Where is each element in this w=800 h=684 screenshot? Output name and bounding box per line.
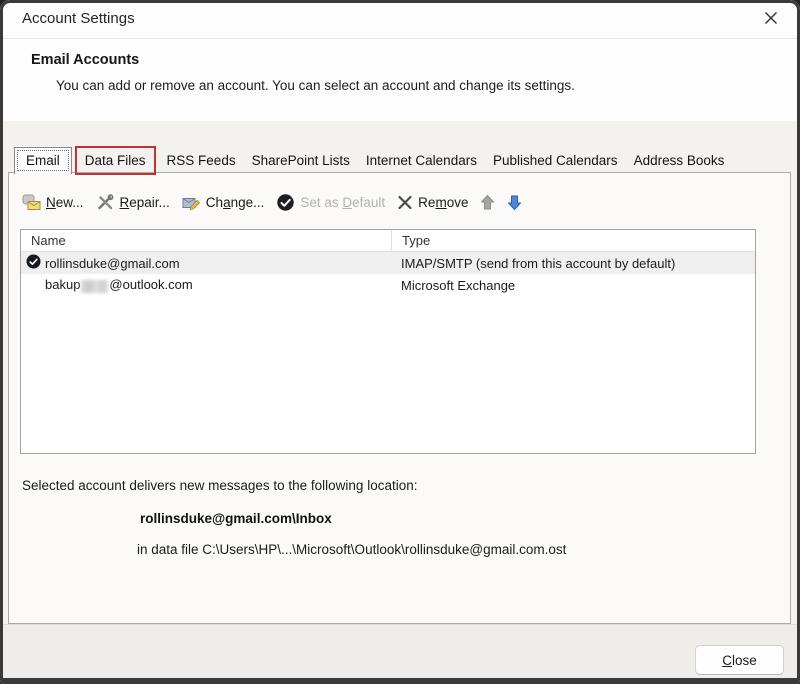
close-icon: [764, 11, 778, 30]
tabstrip: Email Data Files RSS Feeds SharePoint Li…: [14, 145, 733, 175]
titlebar-divider: [0, 38, 800, 39]
new-button-label: New...: [46, 194, 84, 210]
set-as-default-button[interactable]: Set as Default: [276, 193, 385, 212]
delivery-location-path: rollinsduke@gmail.com\Inbox: [140, 511, 332, 526]
close-button-label: Close: [722, 652, 757, 668]
tab-address-books[interactable]: Address Books: [626, 147, 733, 174]
table-row[interactable]: bakup @outlook.com Microsoft Exchange: [21, 274, 755, 296]
column-header-type: Type: [391, 230, 755, 251]
table-header: Name Type: [21, 230, 755, 252]
window-title: Account Settings: [22, 10, 135, 27]
repair-icon: [96, 193, 115, 211]
remove-button-label: Remove: [418, 194, 469, 210]
dialog-footer: Close: [0, 624, 800, 684]
account-name: rollinsduke@gmail.com: [45, 255, 180, 271]
move-up-button[interactable]: [480, 194, 495, 211]
new-account-icon: [22, 194, 41, 211]
table-row[interactable]: rollinsduke@gmail.com IMAP/SMTP (send fr…: [21, 252, 755, 274]
tab-email[interactable]: Email: [14, 146, 72, 174]
tab-rss-feeds[interactable]: RSS Feeds: [159, 147, 244, 174]
new-button[interactable]: New...: [22, 194, 84, 211]
change-button[interactable]: Change...: [182, 194, 265, 211]
tab-internet-calendars[interactable]: Internet Calendars: [358, 147, 485, 174]
account-name: bakup @outlook.com: [45, 277, 193, 293]
up-arrow-icon: [480, 194, 495, 211]
set-as-default-button-label: Set as Default: [300, 194, 386, 210]
window-close-button[interactable]: [756, 8, 786, 33]
tab-sharepoint-lists[interactable]: SharePoint Lists: [244, 147, 358, 174]
email-accounts-heading: Email Accounts: [31, 52, 140, 68]
window-titlebar: Account Settings Email Accounts You can …: [0, 0, 800, 121]
change-button-label: Change...: [205, 194, 265, 210]
delivery-datafile-path: in data file C:\Users\HP\...\Microsoft\O…: [137, 542, 567, 557]
redacted-text: [81, 279, 109, 293]
accounts-toolbar: New... Repair... Change... Set as Defaul…: [22, 189, 522, 215]
remove-x-icon: [397, 195, 413, 210]
default-account-check-icon: [26, 254, 41, 272]
down-arrow-icon: [507, 194, 522, 211]
remove-button[interactable]: Remove: [397, 195, 468, 210]
set-default-check-icon: [276, 193, 295, 212]
account-type: IMAP/SMTP (send from this account by def…: [401, 255, 676, 271]
tab-data-files[interactable]: Data Files: [74, 145, 156, 175]
accounts-list: Name Type rollinsduke@gmail.com IMAP/SMT…: [20, 229, 756, 454]
account-settings-dialog: Account Settings Email Accounts You can …: [0, 0, 800, 684]
move-down-button[interactable]: [507, 194, 522, 211]
tab-published-calendars[interactable]: Published Calendars: [485, 147, 626, 174]
email-accounts-description: You can add or remove an account. You ca…: [56, 78, 575, 93]
close-button[interactable]: Close: [695, 645, 784, 675]
repair-button[interactable]: Repair...: [96, 193, 170, 211]
delivery-location-label: Selected account delivers new messages t…: [22, 478, 418, 493]
change-icon: [182, 194, 201, 211]
column-header-name: Name: [31, 233, 66, 248]
account-type: Microsoft Exchange: [401, 277, 516, 293]
repair-button-label: Repair...: [119, 194, 170, 210]
